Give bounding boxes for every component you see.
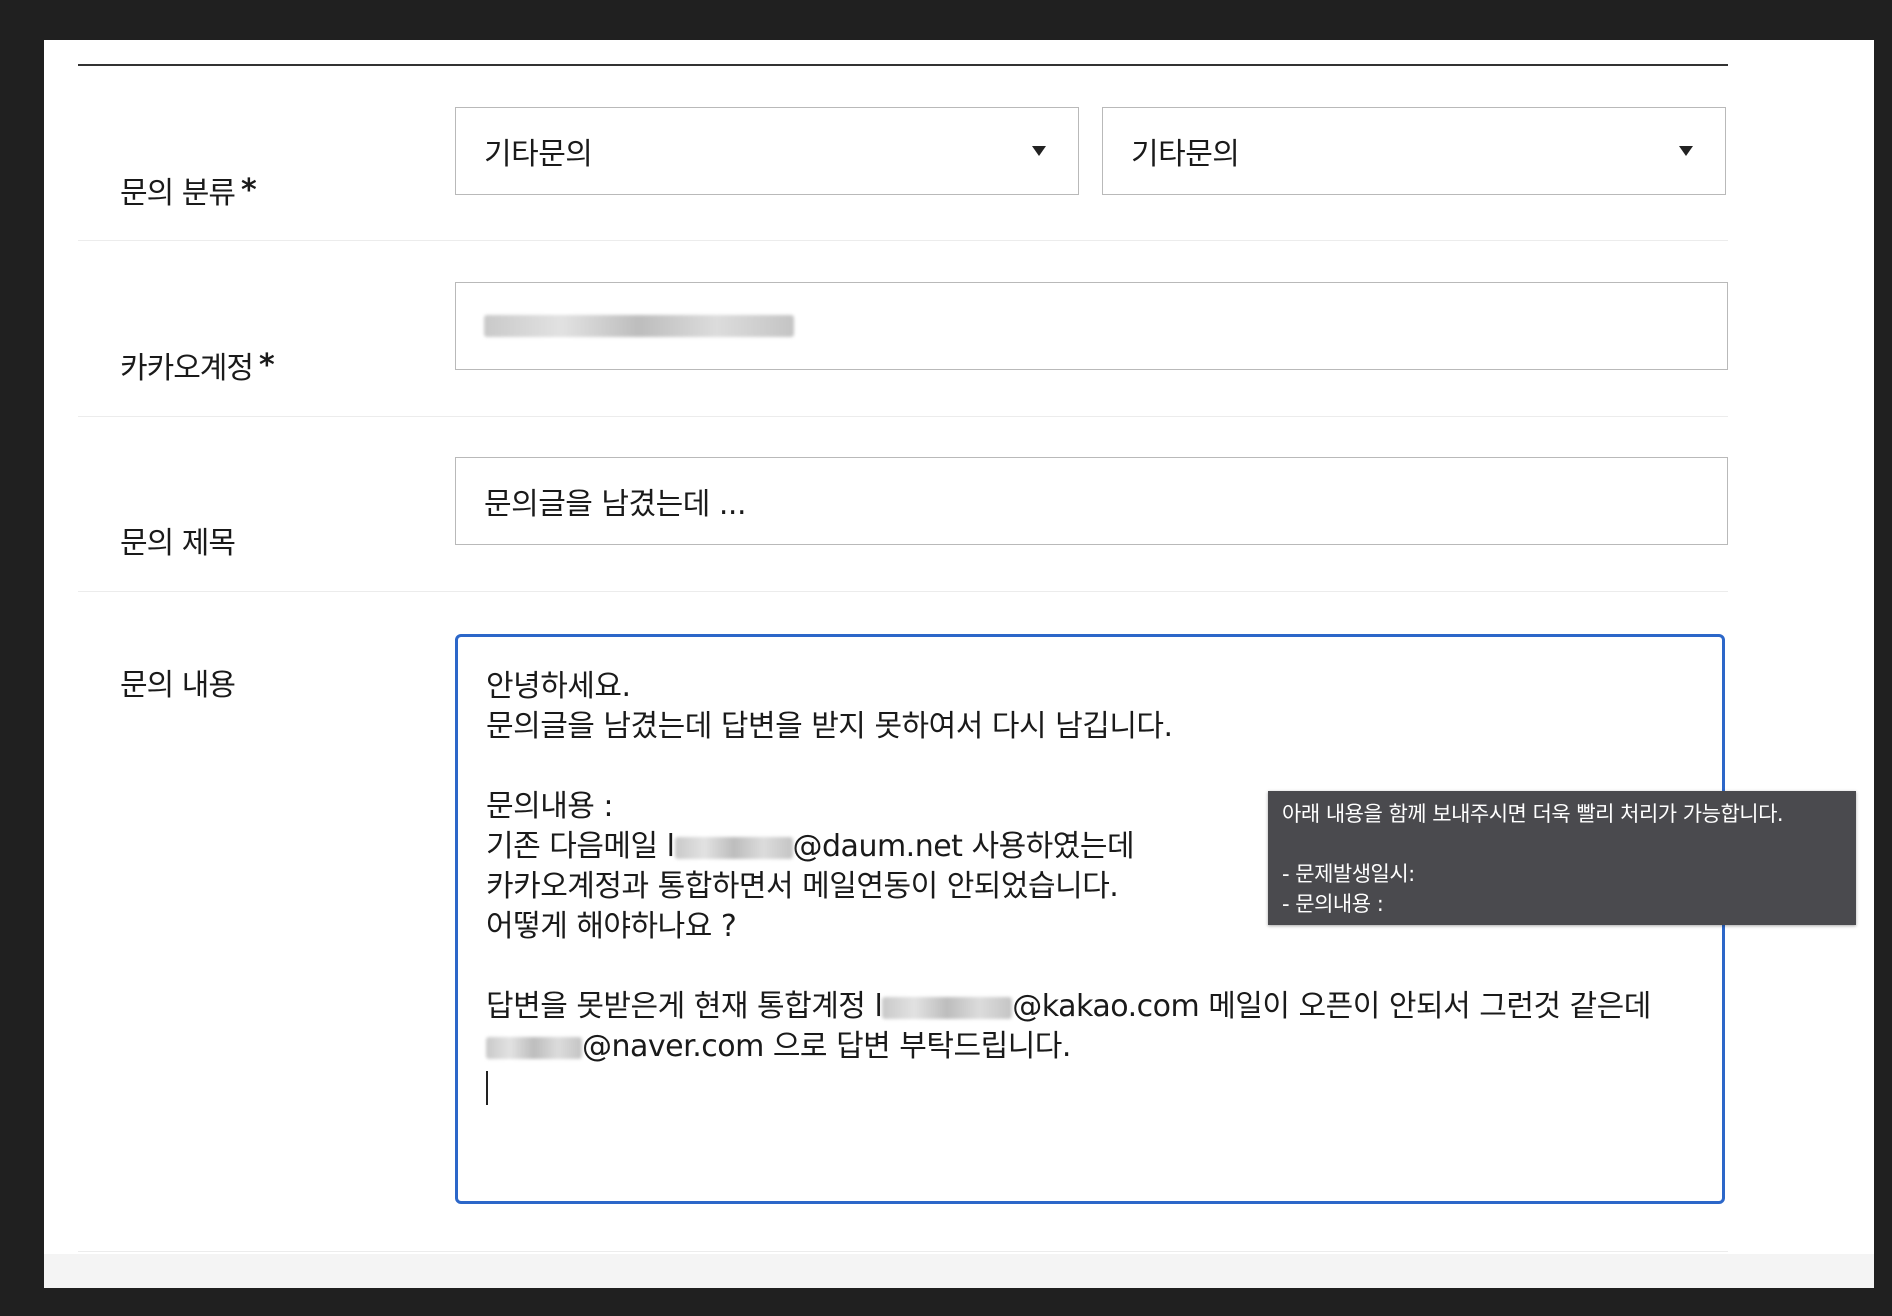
category-secondary-select[interactable]: 기타문의 bbox=[1102, 107, 1726, 195]
redacted-email bbox=[674, 836, 793, 859]
caret-down-icon bbox=[1032, 146, 1046, 156]
content-line: 안녕하세요. bbox=[486, 669, 631, 704]
required-mark: * bbox=[259, 347, 275, 383]
row-divider bbox=[78, 240, 1728, 241]
text-cursor bbox=[486, 1071, 488, 1105]
kakao-account-field[interactable] bbox=[455, 282, 1728, 370]
subject-value: 문의글을 남겼는데 ... bbox=[484, 487, 746, 522]
content-label: 문의 내용 bbox=[120, 652, 236, 712]
content-text: @kakao.com 메일이 오픈이 안되서 그런것 같은데 bbox=[1012, 989, 1651, 1024]
kakao-account-label: 카카오계정 * bbox=[120, 325, 275, 405]
content-line: @naver.com 으로 답변 부탁드립니다. bbox=[486, 1027, 1694, 1067]
caret-down-icon bbox=[1679, 146, 1693, 156]
subject-label-text: 문의 제목 bbox=[120, 526, 236, 561]
form-top-rule bbox=[78, 64, 1728, 66]
text-caret bbox=[486, 1067, 1694, 1107]
content-help-tooltip: 아래 내용을 함께 보내주시면 더욱 빨리 처리가 가능합니다. - 문제발생일… bbox=[1268, 791, 1856, 925]
category-secondary-value: 기타문의 bbox=[1131, 137, 1240, 172]
redacted-email bbox=[882, 996, 1013, 1019]
content-label-text: 문의 내용 bbox=[120, 668, 236, 703]
redacted-email bbox=[486, 1036, 582, 1059]
redacted-email bbox=[484, 315, 794, 337]
subject-input[interactable]: 문의글을 남겼는데 ... bbox=[455, 457, 1728, 545]
content-line: 문의글을 남겼는데 답변을 받지 못하여서 다시 남깁니다. bbox=[486, 709, 1173, 744]
tooltip-line: 아래 내용을 함께 보내주시면 더욱 빨리 처리가 가능합니다. bbox=[1282, 802, 1784, 826]
tooltip-line: - 문제발생일시: bbox=[1282, 862, 1415, 886]
category-label-text: 문의 분류 bbox=[120, 176, 236, 211]
content-blank-line bbox=[486, 947, 1694, 987]
row-divider bbox=[78, 416, 1728, 417]
content-line: 답변을 못받은게 현재 통합계정 l @kakao.com 메일이 오픈이 안되서… bbox=[486, 987, 1694, 1027]
row-divider bbox=[78, 1251, 1728, 1252]
tooltip-line: - 문의내용 : bbox=[1282, 892, 1384, 916]
content-blank-line bbox=[486, 747, 1694, 787]
required-mark: * bbox=[240, 172, 257, 208]
tooltip-blank-line bbox=[1282, 829, 1842, 859]
category-label: 문의 분류 * bbox=[120, 150, 257, 230]
content-text: 답변을 못받은게 현재 통합계정 l bbox=[486, 989, 883, 1024]
content-text: @daum.net 사용하였는데 bbox=[792, 829, 1135, 864]
category-primary-value: 기타문의 bbox=[484, 137, 593, 172]
row-divider bbox=[78, 591, 1728, 592]
kakao-account-label-text: 카카오계정 bbox=[120, 351, 254, 386]
footer-strip bbox=[44, 1254, 1874, 1288]
subject-label: 문의 제목 bbox=[120, 500, 236, 580]
content-text: @naver.com 으로 답변 부탁드립니다. bbox=[582, 1029, 1071, 1064]
category-primary-select[interactable]: 기타문의 bbox=[455, 107, 1079, 195]
content-text: 기존 다음메일 l bbox=[486, 829, 675, 864]
